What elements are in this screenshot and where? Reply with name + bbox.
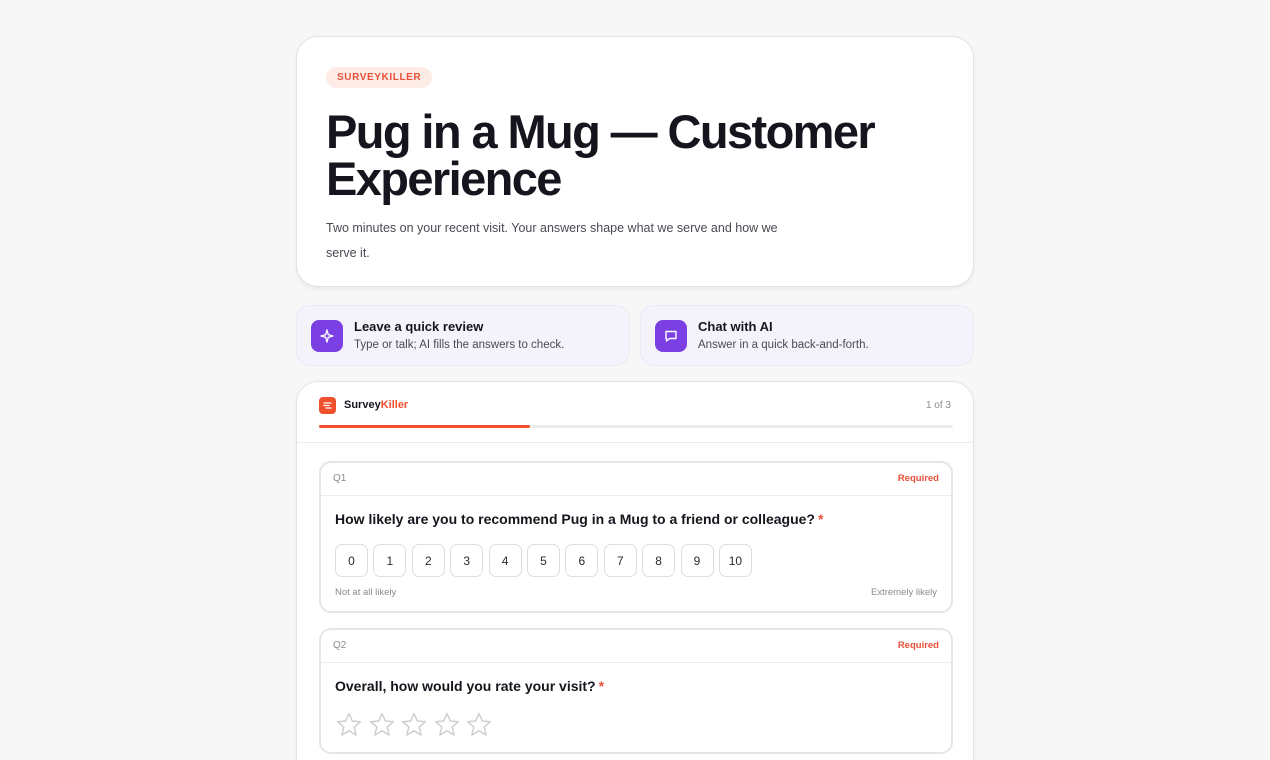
scale-option-3[interactable]: 3 <box>450 544 484 577</box>
progress-bar <box>319 425 953 428</box>
hero-card: SURVEYKILLER Pug in a Mug — Customer Exp… <box>296 36 974 287</box>
scale-option-10[interactable]: 10 <box>718 544 752 577</box>
page-title: Pug in a Mug — Customer Experience <box>326 105 876 205</box>
question-number: Q2 <box>333 640 347 651</box>
required-label: Required <box>897 473 939 484</box>
scale-option-8[interactable]: 8 <box>642 544 676 577</box>
quick-review-title: Leave a quick review <box>354 318 484 334</box>
scale-low-label: Not at all likely <box>335 587 397 598</box>
scale-option-9[interactable]: 9 <box>680 544 714 577</box>
page-description: Two minutes on your recent visit. Your a… <box>326 221 778 260</box>
chat-bubble-icon <box>655 319 687 352</box>
quick-review-text: Leave a quick review Type or talk; AI fi… <box>354 319 564 353</box>
scale-option-7[interactable]: 7 <box>603 544 637 577</box>
required-label: Required <box>897 640 939 651</box>
star-1-icon[interactable] <box>335 711 363 739</box>
scale-option-0[interactable]: 0 <box>335 544 368 577</box>
star-rating <box>335 711 498 739</box>
scale-option-6[interactable]: 6 <box>565 544 599 577</box>
scale-option-2[interactable]: 2 <box>411 544 445 577</box>
sparkle-icon <box>311 319 343 352</box>
star-2-icon[interactable] <box>368 711 396 739</box>
chat-with-ai-text: Chat with AI Answer in a quick back-and-… <box>698 319 869 353</box>
star-4-icon[interactable] <box>433 711 461 739</box>
survey-card: SurveyKiller 1 of 3 Q1 Required How like… <box>296 381 974 760</box>
chat-with-ai-option[interactable]: Chat with AI Answer in a quick back-and-… <box>640 305 974 366</box>
chat-with-ai-title: Chat with AI <box>698 318 773 334</box>
page: SURVEYKILLER Pug in a Mug — Customer Exp… <box>0 0 1270 760</box>
page-counter: 1 of 3 <box>925 400 951 411</box>
question-text: Overall, how would you rate your visit? <box>335 678 596 694</box>
star-3-icon[interactable] <box>400 711 428 739</box>
scale-option-5[interactable]: 5 <box>526 544 560 577</box>
question-text: How likely are you to recommend Pug in a… <box>335 511 815 527</box>
scale-option-4[interactable]: 4 <box>488 544 522 577</box>
question-number: Q1 <box>333 473 347 484</box>
progress-fill <box>319 425 531 428</box>
scale-high-label: Extremely likely <box>871 587 937 598</box>
question-title: How likely are you to recommend Pug in a… <box>335 511 823 527</box>
nps-scale: 0 1 2 3 4 5 6 7 8 9 10 <box>335 544 757 577</box>
brand-badge: SURVEYKILLER <box>326 67 433 88</box>
question-header: Q1 Required <box>321 463 951 496</box>
chat-with-ai-subtitle: Answer in a quick back-and-forth. <box>698 338 869 351</box>
quick-review-subtitle: Type or talk; AI fills the answers to ch… <box>354 338 565 351</box>
required-marker: * <box>817 511 824 527</box>
question-card-q1: Q1 Required How likely are you to recomm… <box>319 461 953 613</box>
scale-option-1[interactable]: 1 <box>373 544 407 577</box>
question-card-q2: Q2 Required Overall, how would you rate … <box>319 628 953 754</box>
required-marker: * <box>598 678 605 694</box>
star-5-icon[interactable] <box>465 711 493 739</box>
question-title: Overall, how would you rate your visit? * <box>335 678 604 694</box>
survey-header: SurveyKiller 1 of 3 <box>297 382 973 443</box>
logo-accent: Killer <box>380 399 409 411</box>
logo-main: Survey <box>344 399 381 411</box>
question-header: Q2 Required <box>321 630 951 663</box>
quick-review-option[interactable]: Leave a quick review Type or talk; AI fi… <box>296 305 630 366</box>
surveykiller-logo-icon <box>319 397 336 414</box>
surveykiller-logo-text: SurveyKiller <box>344 399 408 411</box>
